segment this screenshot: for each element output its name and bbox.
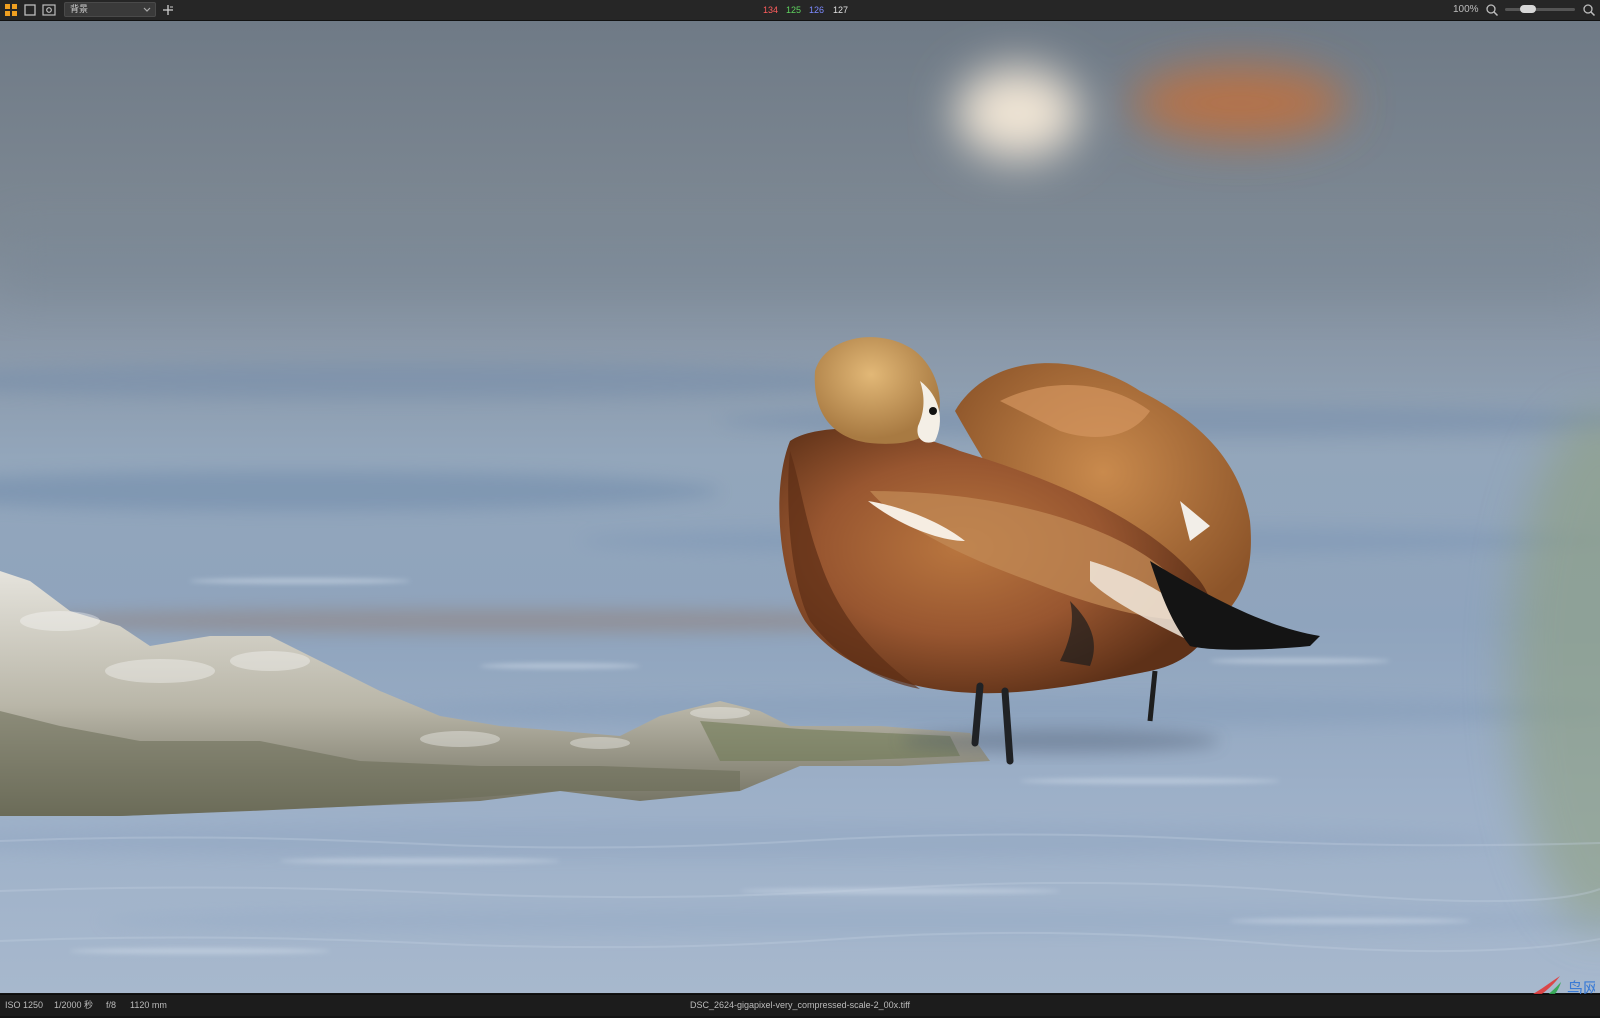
zoom-slider-track[interactable] (1505, 8, 1575, 11)
single-view-icon[interactable] (23, 3, 37, 17)
chevron-down-icon (143, 7, 151, 12)
image-viewport[interactable] (0, 21, 1600, 993)
zoom-slider-handle[interactable] (1520, 5, 1536, 13)
layer-select-value: 背景 (70, 4, 89, 14)
red-value-text: 134 (763, 5, 779, 15)
photo-canvas (0, 21, 1600, 993)
iso-value: ISO 1250 (5, 1000, 44, 1010)
red-value: 134 (763, 0, 778, 20)
file-name: DSC_2624-gigapixel-very_compressed-scale… (690, 1000, 910, 1010)
blue-value-text: 126 (809, 5, 825, 15)
green-value-text: 125 (786, 5, 802, 15)
aperture-value: f/8 (106, 1000, 117, 1010)
zoom-level: 100% (1453, 4, 1479, 15)
status-bar: ISO 1250 1/2000 秒 f/8 1120 mm DSC_2624-g… (0, 994, 1600, 1016)
add-plus-icon[interactable] (161, 3, 175, 17)
zoom-out-icon[interactable] (1485, 3, 1499, 17)
alpha-value: 127 (833, 0, 848, 20)
preview-eye-icon[interactable] (42, 3, 56, 17)
layout-grid-icon[interactable] (4, 3, 18, 17)
focal-length-value: 1120 mm (130, 1000, 167, 1010)
blue-value: 126 (809, 0, 824, 20)
top-toolbar: 背景 134 125 126 127 100% (0, 0, 1600, 21)
shutter-value: 1/2000 秒 (54, 1000, 94, 1010)
layer-select[interactable]: 背景 (64, 2, 156, 17)
zoom-in-icon[interactable] (1582, 3, 1596, 17)
green-value: 125 (786, 0, 801, 20)
alpha-value-text: 127 (833, 5, 849, 15)
